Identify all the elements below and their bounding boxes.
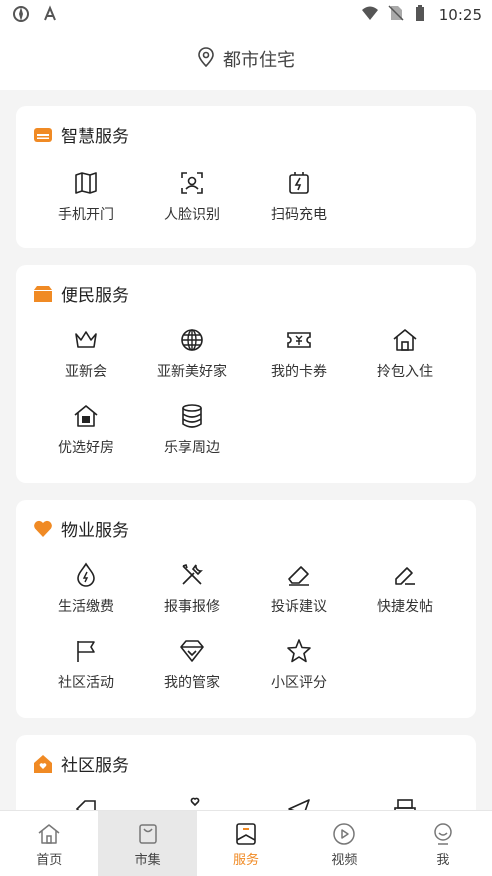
eraser-icon [286,562,312,588]
face-scan-icon [179,170,205,196]
heart-icon [33,519,53,539]
smart-services-card: 智慧服务 手机开门 人脸识别 扫码充电 [16,106,476,248]
service-item-quick-post[interactable]: 快捷发帖 [350,562,460,616]
service-item-bill-payment[interactable]: 生活缴费 [31,562,141,616]
service-item-complaint[interactable]: 投诉建议 [244,562,354,616]
service-item-scan-charge[interactable]: 扫码充电 [244,170,354,224]
bag-icon [98,822,196,846]
battery-icon [413,4,431,26]
section-title: 智慧服务 [61,127,129,147]
service-item-move-in[interactable]: 拎包入住 [350,327,460,381]
bottom-tab-bar: 首页 市集 服务 视频 我 [0,810,492,876]
service-item-yaxinhui[interactable]: 亚新会 [31,327,141,381]
tab-video[interactable]: 视频 [295,811,393,876]
service-item-nearby[interactable]: 乐享周边 [137,403,247,457]
house-icon [392,327,418,353]
status-time: 10:25 [438,6,482,24]
service-item-my-butler[interactable]: 我的管家 [137,638,247,692]
service-item-yaxin-home[interactable]: 亚新美好家 [137,327,247,381]
rent-house-icon [73,403,99,429]
location-title: 都市住宅 [223,50,295,71]
service-item-community-rating[interactable]: 小区评分 [244,638,354,692]
charge-icon [286,170,312,196]
status-bar: 10:25 [0,0,492,28]
tab-home[interactable]: 首页 [0,811,98,876]
section-title: 物业服务 [61,521,129,541]
service-item-community-events[interactable]: 社区活动 [31,638,141,692]
property-services-card: 物业服务 生活缴费 报事报修 投诉建议 快捷发帖 社区活动 我的管家 小区评分 [16,500,476,718]
tab-service[interactable]: 服务 [197,811,295,876]
service-item-repair[interactable]: 报事报修 [137,562,247,616]
font-notification-icon [42,5,60,27]
section-title: 便民服务 [61,286,129,306]
service-item-phone-door[interactable]: 手机开门 [31,170,141,224]
convenience-services-card: 便民服务 亚新会 亚新美好家 我的卡券 拎包入住 优选好房 乐享周边 [16,265,476,483]
ticket-icon [286,327,312,353]
profile-icon [394,822,492,846]
tab-market[interactable]: 市集 [98,811,197,876]
map-icon [73,170,99,196]
router-icon [33,125,53,145]
tab-me[interactable]: 我 [394,811,492,876]
location-pin-icon [197,47,215,71]
edit-icon [392,562,418,588]
database-icon [179,403,205,429]
home-heart-icon [33,754,53,774]
app-notification-icon [12,5,30,27]
star-icon [286,638,312,664]
section-title: 社区服务 [61,756,129,776]
service-icon [197,822,295,846]
wifi-icon [361,4,379,26]
water-drop-icon [73,562,99,588]
flag-icon [73,638,99,664]
service-item-my-coupons[interactable]: 我的卡券 [244,327,354,381]
service-item-choice-houses[interactable]: 优选好房 [31,403,141,457]
play-icon [295,822,393,846]
service-item-face-recognition[interactable]: 人脸识别 [137,170,247,224]
crown-icon [73,327,99,353]
globe-icon [179,327,205,353]
no-sim-icon [387,4,405,26]
diamond-icon [179,638,205,664]
location-header[interactable]: 都市住宅 [0,28,492,90]
box-icon [33,284,53,304]
home-icon [0,822,98,846]
tools-icon [179,562,205,588]
